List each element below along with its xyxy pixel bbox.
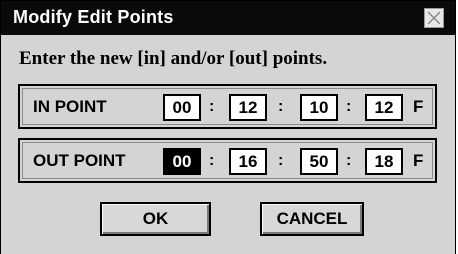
in-point-frames-unit: F — [413, 97, 424, 116]
out-point-label: OUT POINT — [33, 151, 126, 170]
in-point-minutes-field[interactable]: 12 — [229, 94, 267, 121]
instruction-text: Enter the new [in] and/or [out] points. — [19, 48, 328, 69]
out-point-row: OUT POINT 00 : 16 : 50 : 18 F — [18, 138, 437, 183]
close-icon — [427, 11, 441, 25]
timecode-separator: : — [278, 98, 284, 115]
timecode-separator: : — [346, 98, 352, 115]
close-button[interactable] — [424, 8, 444, 28]
in-point-seconds-field[interactable]: 10 — [300, 94, 338, 121]
timecode-separator: : — [278, 152, 284, 169]
timecode-separator: : — [346, 152, 352, 169]
ok-button[interactable]: OK — [100, 202, 211, 236]
out-point-frames-unit: F — [413, 151, 424, 170]
cancel-button[interactable]: CANCEL — [260, 202, 364, 236]
modify-edit-points-dialog: Modify Edit Points Enter the new [in] an… — [0, 0, 456, 254]
timecode-separator: : — [209, 98, 215, 115]
in-point-hours-field[interactable]: 00 — [163, 94, 201, 121]
out-point-frames-field[interactable]: 18 — [365, 148, 403, 175]
title-bar[interactable]: Modify Edit Points — [1, 1, 455, 35]
out-point-hours-field[interactable]: 00 — [163, 148, 201, 175]
dialog-title: Modify Edit Points — [13, 7, 174, 27]
in-point-frames-field[interactable]: 12 — [365, 94, 403, 121]
in-point-row: IN POINT 00 : 12 : 10 : 12 F — [18, 84, 437, 129]
timecode-separator: : — [209, 152, 215, 169]
out-point-seconds-field[interactable]: 50 — [300, 148, 338, 175]
out-point-minutes-field[interactable]: 16 — [229, 148, 267, 175]
in-point-label: IN POINT — [33, 97, 107, 116]
